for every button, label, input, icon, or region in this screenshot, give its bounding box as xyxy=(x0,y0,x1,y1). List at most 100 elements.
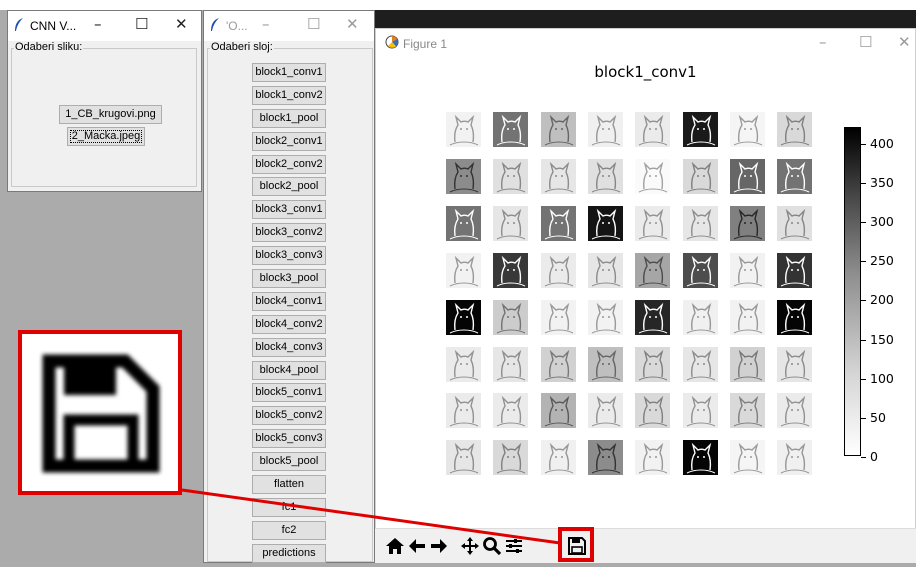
layer-button[interactable]: block3_conv3 xyxy=(252,246,326,266)
image-button-2[interactable]: 2_Macka.jpeg xyxy=(67,127,145,146)
layer-button[interactable]: fc2 xyxy=(252,520,326,540)
colorbar-tick-label: 100 xyxy=(870,370,894,386)
minimize-button[interactable]: – xyxy=(819,33,827,51)
feature-map-tile xyxy=(777,299,813,335)
save-button-highlight xyxy=(558,527,594,562)
feature-map-tile xyxy=(777,346,813,382)
feature-map-tile xyxy=(540,158,576,194)
feature-map-tile xyxy=(635,252,671,288)
layer-button[interactable]: block3_pool xyxy=(252,269,326,289)
colorbar-tick xyxy=(861,261,866,263)
layer-window: 'O... – ☐ ✕ Odaberi sloj: block1_conv1 bl… xyxy=(203,10,375,563)
feature-map-tile xyxy=(446,158,481,194)
colorbar xyxy=(844,127,861,456)
layer-button[interactable]: predictions xyxy=(252,543,326,563)
feature-map-tile xyxy=(493,346,529,382)
back-arrow-icon[interactable] xyxy=(406,534,428,558)
colorbar-tick xyxy=(861,300,866,302)
feature-map-tile xyxy=(446,205,481,241)
feature-map-tile xyxy=(682,158,718,194)
feature-map-tile xyxy=(635,440,671,476)
configure-subplots-icon[interactable] xyxy=(503,534,525,558)
maximize-button[interactable]: ☐ xyxy=(307,15,320,33)
layer-button[interactable]: block1_conv2 xyxy=(252,85,326,105)
layer-button[interactable]: flatten xyxy=(252,475,326,495)
feature-map-tile xyxy=(587,299,623,335)
desktop-dark-strip xyxy=(373,10,916,28)
layer-button[interactable]: block3_conv1 xyxy=(252,200,326,220)
layer-button-list: block1_conv1 block1_conv2 block1_poolblock… xyxy=(252,63,326,567)
layer-button[interactable]: fc1 xyxy=(252,497,326,517)
close-button[interactable]: ✕ xyxy=(175,15,188,33)
feature-map-tile xyxy=(682,346,718,382)
layer-button[interactable]: block1_pool xyxy=(252,108,326,128)
matplotlib-icon xyxy=(385,35,399,52)
layer-button[interactable]: block3_conv2 xyxy=(252,223,326,243)
home-icon[interactable] xyxy=(384,534,406,558)
feature-map-tile xyxy=(446,440,481,476)
feature-map-tile xyxy=(682,252,718,288)
feature-map-tile xyxy=(682,299,718,335)
cnn-window: CNN V... – ☐ ✕ Odaberi sliku: 1_CB_krugo… xyxy=(7,10,202,192)
forward-arrow-icon[interactable] xyxy=(428,534,450,558)
image-button-1[interactable]: 1_CB_krugovi.png xyxy=(59,105,162,124)
feature-map-tile xyxy=(587,252,623,288)
feature-map-tile xyxy=(635,112,671,147)
feature-map-tile xyxy=(729,112,765,147)
zoom-icon[interactable] xyxy=(481,534,503,558)
layer-button[interactable]: block4_conv2 xyxy=(252,314,326,334)
feature-map-tile xyxy=(635,158,671,194)
feature-map-tile xyxy=(729,440,765,476)
feature-map-tile xyxy=(682,393,718,429)
colorbar-tick-label: 0 xyxy=(870,449,878,464)
colorbar-tick xyxy=(861,457,866,458)
maximize-button[interactable]: ☐ xyxy=(135,15,148,33)
feature-map-tile xyxy=(540,252,576,288)
save-icon xyxy=(42,354,160,473)
feature-map-tile xyxy=(587,158,623,194)
layer-button[interactable]: block1_conv1 xyxy=(252,63,326,82)
feature-map-tile xyxy=(777,440,813,476)
layer-button[interactable]: block5_conv3 xyxy=(252,429,326,449)
layer-button[interactable]: block4_conv1 xyxy=(252,291,326,311)
maximize-button[interactable]: ☐ xyxy=(859,33,872,51)
minimize-button[interactable]: – xyxy=(262,15,270,33)
feature-map-tile xyxy=(446,393,481,429)
layer-button[interactable]: block2_pool xyxy=(252,177,326,197)
layer-button[interactable]: block5_conv1 xyxy=(252,383,326,403)
feature-map-tile xyxy=(493,112,529,147)
feature-map-tile xyxy=(587,112,623,147)
feature-map-tile xyxy=(682,205,718,241)
feature-map-tile xyxy=(729,346,765,382)
feature-map-tile xyxy=(493,440,529,476)
feature-map-tile xyxy=(635,205,671,241)
layer-button[interactable]: block5_conv2 xyxy=(252,406,326,426)
layer-button[interactable]: block4_conv3 xyxy=(252,337,326,357)
feature-map-tile xyxy=(446,346,481,382)
feature-map-tile xyxy=(446,112,481,147)
feature-map-tile xyxy=(493,252,529,288)
feature-map-tile xyxy=(540,440,576,476)
save-icon-zoom-callout xyxy=(18,330,182,495)
feature-map-tile xyxy=(540,112,576,147)
image-group-label: Odaberi sliku: xyxy=(14,41,84,53)
feature-map-tile xyxy=(777,393,813,429)
layer-button[interactable]: block2_conv2 xyxy=(252,154,326,174)
pan-icon[interactable] xyxy=(459,534,481,558)
layer-button[interactable]: block4_pool xyxy=(252,360,326,380)
layer-button[interactable]: block5_pool xyxy=(252,452,326,472)
close-button[interactable]: ✕ xyxy=(898,33,911,51)
feature-map-tile xyxy=(446,252,481,288)
colorbar-tick-label: 150 xyxy=(870,331,894,347)
feature-map-tile xyxy=(493,393,529,429)
feature-map-tile xyxy=(540,393,576,429)
layer-window-titlebar: 'O... – ☐ ✕ xyxy=(204,11,374,41)
close-button[interactable]: ✕ xyxy=(346,15,359,33)
feature-map-tile xyxy=(587,393,623,429)
layer-button[interactable]: block2_conv1 xyxy=(252,131,326,151)
feature-map-tile xyxy=(446,299,481,335)
minimize-button[interactable]: – xyxy=(94,15,102,33)
colorbar-tick-label: 400 xyxy=(870,135,894,151)
colorbar-tick-label: 50 xyxy=(870,409,886,425)
feature-map-tile xyxy=(729,393,765,429)
